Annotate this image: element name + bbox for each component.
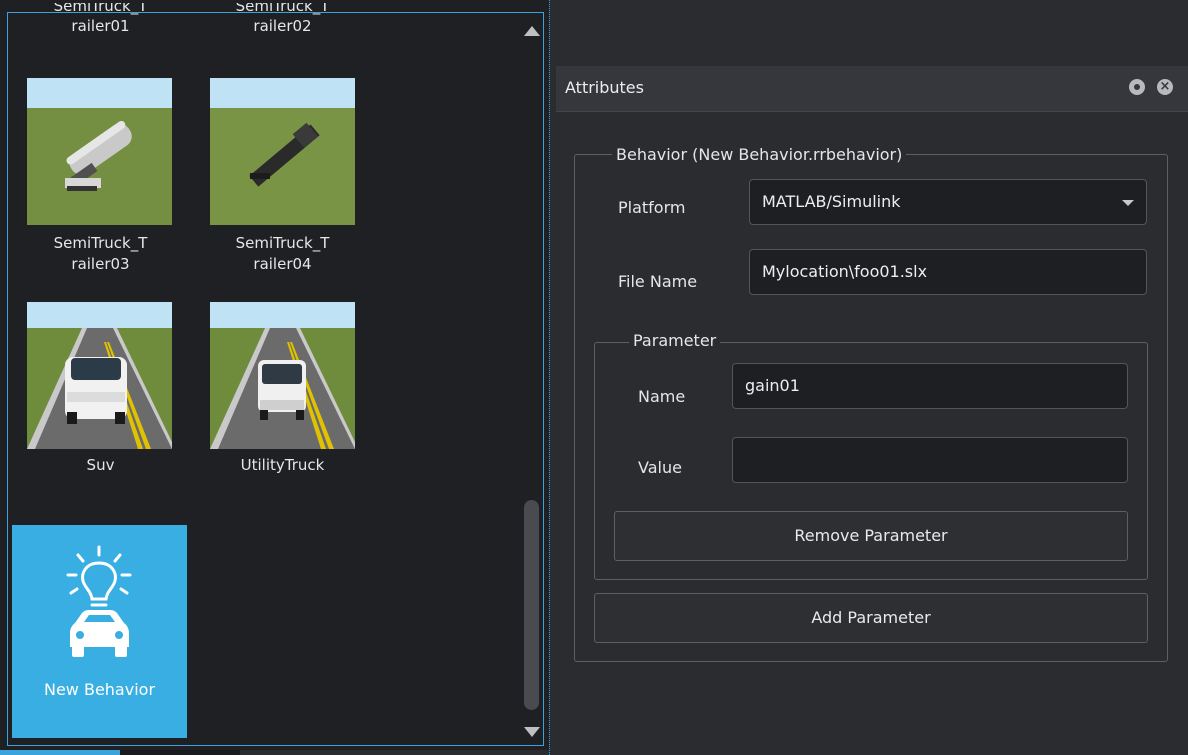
chevron-down-icon <box>1122 200 1134 206</box>
file-name-label: File Name <box>618 272 698 291</box>
add-parameter-button[interactable]: Add Parameter <box>594 593 1148 643</box>
remove-parameter-button[interactable]: Remove Parameter <box>614 511 1128 561</box>
asset-label-semitruck-trailer04[interactable]: SemiTruck_T railer04 <box>210 233 355 275</box>
parameter-name-value: gain01 <box>745 376 800 395</box>
parameter-value-input[interactable] <box>732 437 1128 483</box>
asset-thumbnail-utilitytruck[interactable] <box>210 302 355 449</box>
asset-thumbnail-semitruck-trailer04[interactable] <box>210 78 355 225</box>
new-behavior-label: New Behavior <box>43 680 156 699</box>
asset-label-semitruck-trailer02[interactable]: SemiTruck_T railer02 <box>210 3 355 37</box>
file-name-value: Mylocation\foo01.slx <box>762 262 928 281</box>
behavior-bulb-car-icon <box>66 545 132 657</box>
asset-thumbnail-semitruck-trailer03[interactable] <box>27 78 172 225</box>
parameter-value-label: Value <box>638 458 682 477</box>
platform-label: Platform <box>618 198 686 217</box>
scrollbar-thumb[interactable] <box>524 500 539 710</box>
platform-value: MATLAB/Simulink <box>762 192 901 211</box>
bottom-tab-active[interactable] <box>0 750 120 755</box>
scroll-down-arrow-icon[interactable] <box>524 727 540 737</box>
float-panel-icon[interactable] <box>1129 79 1145 95</box>
parameter-name-label: Name <box>638 387 686 406</box>
parameter-name-input[interactable]: gain01 <box>732 363 1128 409</box>
asset-browser-panel: SemiTruck_T railer01 SemiTruck_T railer0… <box>0 0 549 750</box>
asset-label-semitruck-trailer03[interactable]: SemiTruck_T railer03 <box>28 233 173 275</box>
bottom-tab[interactable] <box>120 750 240 755</box>
asset-label-semitruck-trailer01[interactable]: SemiTruck_T railer01 <box>28 3 173 37</box>
parameter-group-legend: Parameter <box>629 331 721 351</box>
platform-dropdown[interactable]: MATLAB/Simulink <box>749 179 1147 225</box>
attributes-body: Behavior (New Behavior.rrbehavior) Platf… <box>556 112 1188 755</box>
asset-thumbnail-suv[interactable] <box>27 302 172 449</box>
attributes-header: Attributes <box>556 66 1188 112</box>
attributes-title: Attributes <box>565 78 644 97</box>
top-empty-area <box>556 0 1188 62</box>
asset-label-suv[interactable]: Suv <box>28 455 173 476</box>
behavior-group-legend: Behavior (New Behavior.rrbehavior) <box>612 145 907 165</box>
asset-label-utilitytruck[interactable]: UtilityTruck <box>210 455 355 476</box>
new-behavior-tile[interactable]: New Behavior <box>12 525 187 738</box>
close-panel-icon[interactable]: × <box>1157 79 1173 95</box>
scroll-up-arrow-icon[interactable] <box>524 26 540 36</box>
file-name-input[interactable]: Mylocation\foo01.slx <box>749 249 1147 295</box>
panel-splitter[interactable] <box>549 0 550 755</box>
